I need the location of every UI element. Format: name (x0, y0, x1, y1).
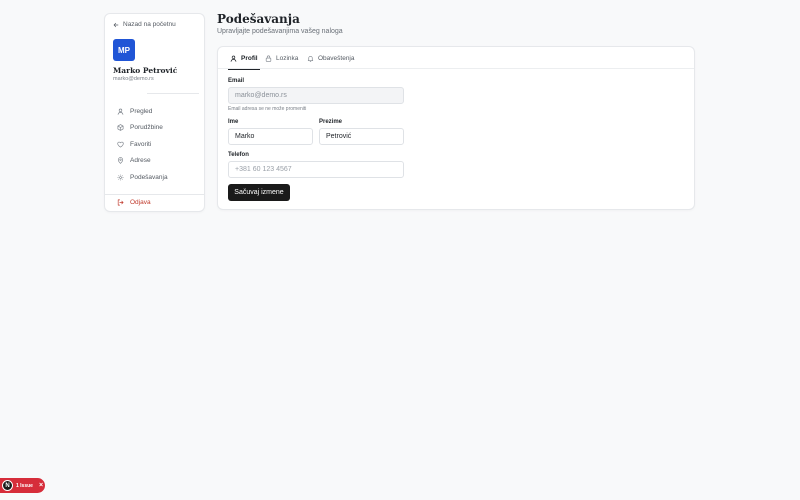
phone-field[interactable]: +381 60 123 4567 (228, 161, 404, 178)
sidebar-item-orders[interactable]: Porudžbine (113, 120, 199, 137)
email-field[interactable]: marko@demo.rs (228, 87, 404, 104)
first-name-label: Ime (228, 119, 239, 125)
settings-tabs: Profil Lozinka Obaveštenja (218, 47, 694, 70)
tab-label: Profil (241, 54, 258, 62)
tab-profile[interactable]: Profil (228, 47, 260, 70)
lock-icon (265, 55, 272, 62)
user-email: marko@demo.rs (113, 76, 154, 82)
account-sidebar: Nazad na početnu MP Marko Petrović marko… (104, 13, 205, 212)
back-to-home-link[interactable]: Nazad na početnu (113, 21, 176, 28)
page-title: Podešavanja (217, 12, 300, 26)
logout-label: Odjava (130, 199, 151, 206)
tab-notifications[interactable]: Obaveštenja (307, 47, 355, 69)
last-name-label: Prezime (319, 119, 343, 125)
tab-password[interactable]: Lozinka (265, 47, 298, 69)
next-logo-icon: N (2, 480, 13, 491)
issue-count-label: 1 Issue (16, 482, 33, 489)
phone-label: Telefon (228, 152, 249, 158)
logout-button[interactable]: Odjava (117, 199, 151, 206)
arrow-left-icon (113, 22, 119, 27)
sidebar-item-overview[interactable]: Pregled (113, 103, 199, 120)
page-subtitle: Upravljajte podešavanjima vašeg naloga (217, 28, 343, 35)
close-icon[interactable]: × (39, 482, 43, 489)
map-pin-icon (117, 157, 124, 165)
divider (105, 194, 204, 195)
sidebar-item-label: Adrese (130, 157, 151, 165)
issue-badge[interactable]: N 1 Issue × (0, 478, 45, 493)
sidebar-item-label: Podešavanja (130, 173, 168, 181)
user-icon (117, 108, 124, 115)
save-button[interactable]: Sačuvaj izmene (228, 184, 290, 201)
divider (147, 93, 199, 94)
email-label: Email (228, 78, 245, 84)
back-link-label: Nazad na početnu (123, 21, 176, 28)
gear-icon (117, 174, 124, 181)
heart-icon (117, 141, 124, 148)
package-icon (117, 124, 124, 131)
logout-icon (117, 199, 124, 206)
sidebar-nav: Pregled Porudžbine Favoriti Adrese Podeš… (113, 103, 199, 186)
sidebar-item-label: Favoriti (130, 140, 152, 148)
first-name-field[interactable]: Marko (228, 128, 313, 145)
user-icon (230, 55, 237, 62)
sidebar-item-settings[interactable]: Podešavanja (113, 169, 199, 186)
sidebar-item-label: Porudžbine (130, 124, 163, 132)
last-name-field[interactable]: Petrović (319, 128, 404, 145)
avatar: MP (113, 39, 135, 61)
sidebar-item-addresses[interactable]: Adrese (113, 153, 199, 170)
email-hint: Email adresa se ne može promeniti (228, 106, 307, 112)
settings-card: Profil Lozinka Obaveštenja Email marko@d… (217, 46, 695, 210)
bell-icon (307, 55, 314, 62)
user-name: Marko Petrović (113, 66, 178, 75)
sidebar-item-favorites[interactable]: Favoriti (113, 136, 199, 153)
sidebar-item-label: Pregled (130, 107, 153, 115)
tab-label: Obaveštenja (318, 54, 355, 62)
tab-label: Lozinka (276, 54, 299, 62)
